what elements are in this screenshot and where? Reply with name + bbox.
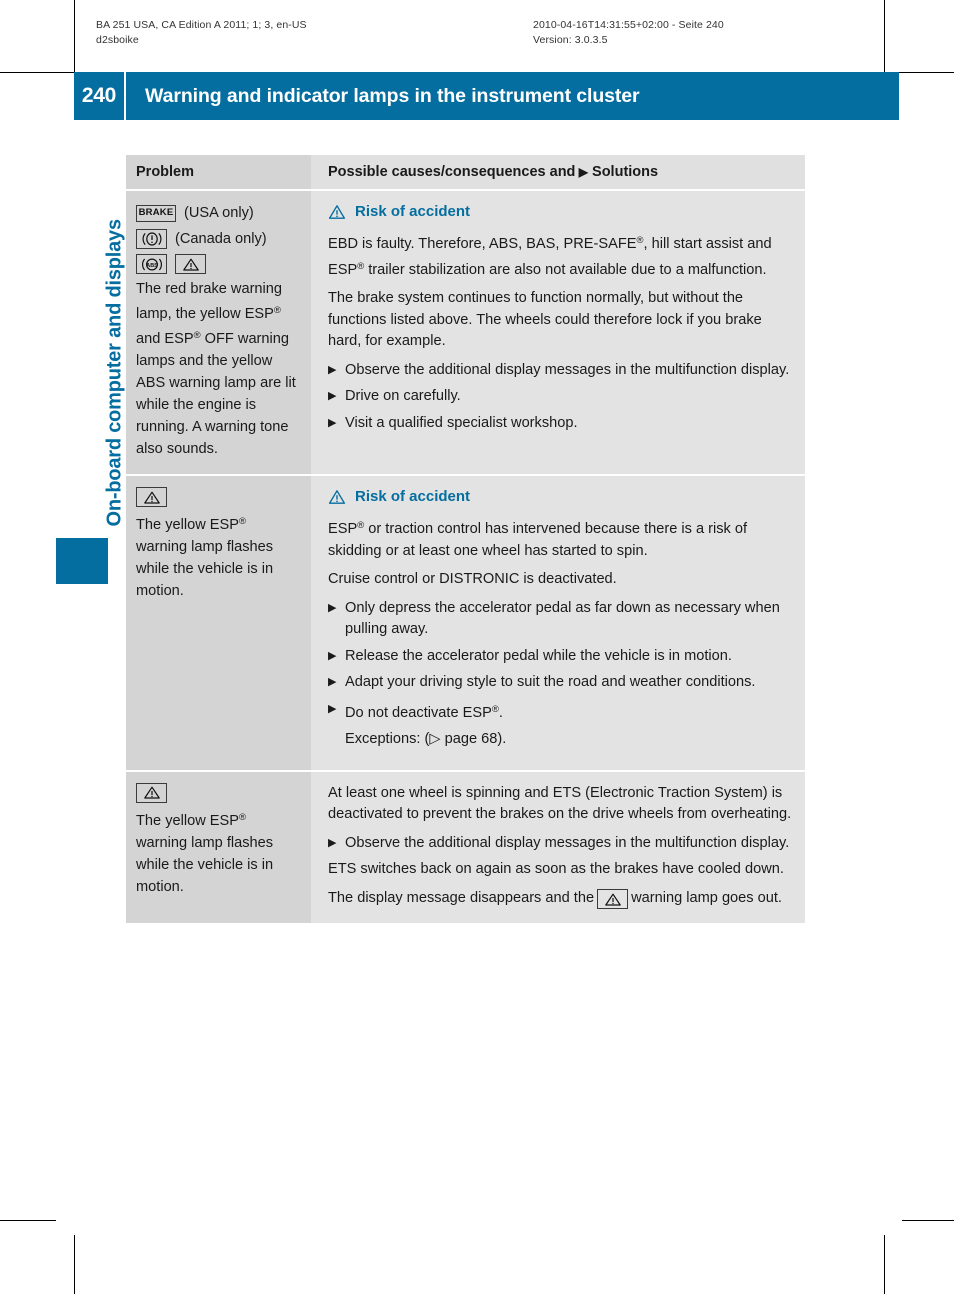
crop-mark-top-right-vertical: [884, 0, 885, 72]
problem-cell: BRAKE (USA only) (Canada only) ABS The r…: [126, 191, 311, 474]
brake-circle-lamp-icon: [136, 229, 167, 249]
brake-lamp-note: (USA only): [184, 205, 254, 221]
cross-reference[interactable]: Exceptions: (▷ page 68).: [345, 729, 793, 751]
lamp-icon-row: ABS: [136, 254, 301, 274]
solution-cell: Risk of accident ESP® or traction contro…: [311, 476, 805, 770]
crop-mark-bottom-left-vertical: [74, 1235, 75, 1294]
lamp-icon-row: BRAKE (USA only): [136, 202, 301, 224]
final-text-before-icon: The display message disappears and the: [328, 889, 595, 906]
solution-bullet: ▶ Do not deactivate ESP®.: [328, 699, 793, 725]
crop-mark-top-right-horizontal: [899, 72, 954, 73]
esp-warning-triangle-icon: [136, 782, 167, 803]
bullet-marker-icon: ▶: [328, 601, 337, 614]
risk-warning-heading: Risk of accident: [328, 203, 793, 220]
esp-warning-triangle-icon: [136, 487, 167, 507]
solution-paragraph: The brake system continues to function n…: [328, 290, 762, 349]
crop-mark-bottom-right-horizontal: [902, 1220, 954, 1221]
table-header-row: Problem Possible causes/consequences and…: [126, 155, 805, 189]
lamp-icon-row: [136, 782, 301, 803]
solution-bullet-text: Observe the additional display messages …: [345, 834, 790, 851]
crop-mark-bottom-right-vertical: [884, 1235, 885, 1294]
bullet-marker-icon: ▶: [328, 416, 337, 429]
solution-bullet: ▶ Observe the additional display message…: [328, 833, 793, 855]
solutions-marker-icon: ▶: [578, 165, 588, 179]
problem-text: The red brake warning lamp, the yellow E…: [136, 281, 296, 457]
column-header-solutions-prefix: Possible causes/consequences and: [328, 164, 576, 180]
page-title: Warning and indicator lamps in the instr…: [145, 85, 640, 107]
warning-lamps-table: Problem Possible causes/consequences and…: [126, 155, 805, 923]
table-row: BRAKE (USA only) (Canada only) ABS The r…: [126, 191, 805, 474]
lamp-icon-row: [136, 487, 301, 507]
solution-paragraph: At least one wheel is spinning and ETS (…: [328, 784, 792, 823]
problem-cell: The yellow ESP® warning lamp flashes whi…: [126, 476, 311, 770]
esp-warning-triangle-icon: [175, 254, 206, 274]
risk-warning-heading: Risk of accident: [328, 488, 793, 505]
print-meta-left: BA 251 USA, CA Edition A 2011; 1; 3, en-…: [96, 19, 307, 46]
solution-cell: At least one wheel is spinning and ETS (…: [311, 771, 805, 923]
problem-text: The yellow ESP® warning lamp flashes whi…: [136, 811, 274, 895]
solution-paragraph: ESP® or traction control has intervened …: [328, 520, 748, 559]
problem-cell: The yellow ESP® warning lamp flashes whi…: [126, 771, 311, 923]
brake-lamp-icon: BRAKE: [136, 204, 176, 222]
solution-bullet: ▶ Visit a qualified specialist workshop.: [328, 413, 793, 435]
lamp-icon-row: (Canada only): [136, 228, 301, 250]
crop-mark-top-left-horizontal: [0, 72, 74, 73]
chapter-thumb-tab: [56, 538, 108, 584]
chapter-label: On-board computer and displays: [103, 219, 126, 527]
column-header-problem: Problem: [126, 155, 311, 189]
solution-paragraph: Cruise control or DISTRONIC is deactivat…: [328, 571, 617, 587]
solution-final-paragraph: The display message disappears and the wa…: [328, 888, 793, 909]
column-header-solutions-suffix: Solutions: [592, 164, 659, 180]
print-meta-right: 2010-04-16T14:31:55+02:00 - Seite 240 Ve…: [533, 19, 724, 46]
solution-bullet-text: Do not deactivate ESP®.: [345, 703, 503, 721]
column-header-problem-label: Problem: [136, 164, 195, 180]
warning-triangle-icon: [328, 489, 346, 504]
solution-bullet-text: Only depress the accelerator pedal as fa…: [345, 599, 780, 638]
risk-warning-label: Risk of accident: [355, 203, 471, 220]
problem-text: The yellow ESP® warning lamp flashes whi…: [136, 516, 274, 599]
solution-bullet-text: Adapt your driving style to suit the roa…: [345, 674, 756, 690]
solution-bullet: ▶ Observe the additional display message…: [328, 360, 793, 382]
crop-mark-top-left-vertical: [74, 0, 75, 72]
bullet-marker-icon: ▶: [328, 676, 337, 688]
bullet-marker-icon: ▶: [328, 363, 337, 376]
abs-lamp-icon: ABS: [136, 254, 167, 274]
solution-cell: Risk of accident EBD is faulty. Therefor…: [311, 191, 805, 474]
solution-bullet: ▶ Only depress the accelerator pedal as …: [328, 598, 793, 641]
solution-bullet-text: Visit a qualified specialist workshop.: [345, 414, 578, 431]
warning-triangle-icon: [328, 204, 346, 219]
table-row: The yellow ESP® warning lamp flashes whi…: [126, 771, 805, 923]
crop-mark-bottom-left-horizontal: [0, 1220, 56, 1221]
solution-bullet-text: Observe the additional display messages …: [345, 361, 790, 378]
solution-bullet-text: Drive on carefully.: [345, 388, 461, 404]
solution-bullet: ▶ Drive on carefully.: [328, 386, 793, 408]
solution-bullet: ▶ Release the accelerator pedal while th…: [328, 646, 793, 668]
solution-bullet: ▶ Adapt your driving style to suit the r…: [328, 672, 793, 694]
table-row: The yellow ESP® warning lamp flashes whi…: [126, 476, 805, 770]
brake-circle-lamp-note: (Canada only): [175, 231, 267, 247]
bullet-marker-icon: ▶: [328, 702, 337, 715]
esp-warning-triangle-icon: [597, 889, 629, 909]
bullet-marker-icon: ▶: [328, 649, 337, 662]
solution-paragraph: EBD is faulty. Therefore, ABS, BAS, PRE-…: [328, 235, 772, 278]
risk-warning-label: Risk of accident: [355, 488, 471, 505]
final-text-after-icon: warning lamp goes out.: [631, 889, 782, 906]
column-header-solutions: Possible causes/consequences and ▶ Solut…: [311, 155, 805, 189]
svg-text:ABS: ABS: [146, 263, 158, 269]
bullet-marker-icon: ▶: [328, 390, 337, 402]
bullet-marker-icon: ▶: [328, 836, 337, 849]
solution-bullet-text: Release the accelerator pedal while the …: [345, 647, 732, 664]
solution-paragraph: ETS switches back on again as soon as th…: [328, 861, 784, 877]
